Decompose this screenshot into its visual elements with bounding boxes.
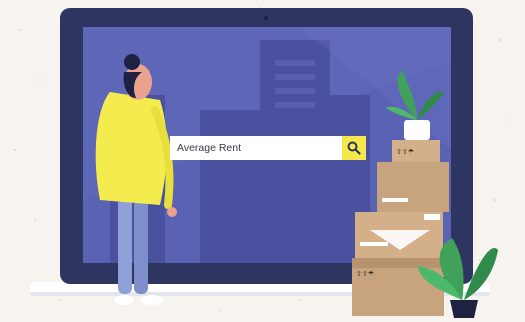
svg-text:⇧⇧☂: ⇧⇧☂	[396, 148, 414, 156]
svg-text:⇧⇧☂: ⇧⇧☂	[356, 270, 374, 278]
webcam	[263, 15, 269, 21]
search-button[interactable]	[342, 136, 366, 160]
search-icon	[347, 141, 361, 155]
search-input[interactable]: Average Rent	[170, 142, 342, 154]
search-bar[interactable]: Average Rent	[170, 136, 366, 160]
illustration-scene: ⇧⇧☂ ⇧⇧☂	[13, 7, 511, 318]
